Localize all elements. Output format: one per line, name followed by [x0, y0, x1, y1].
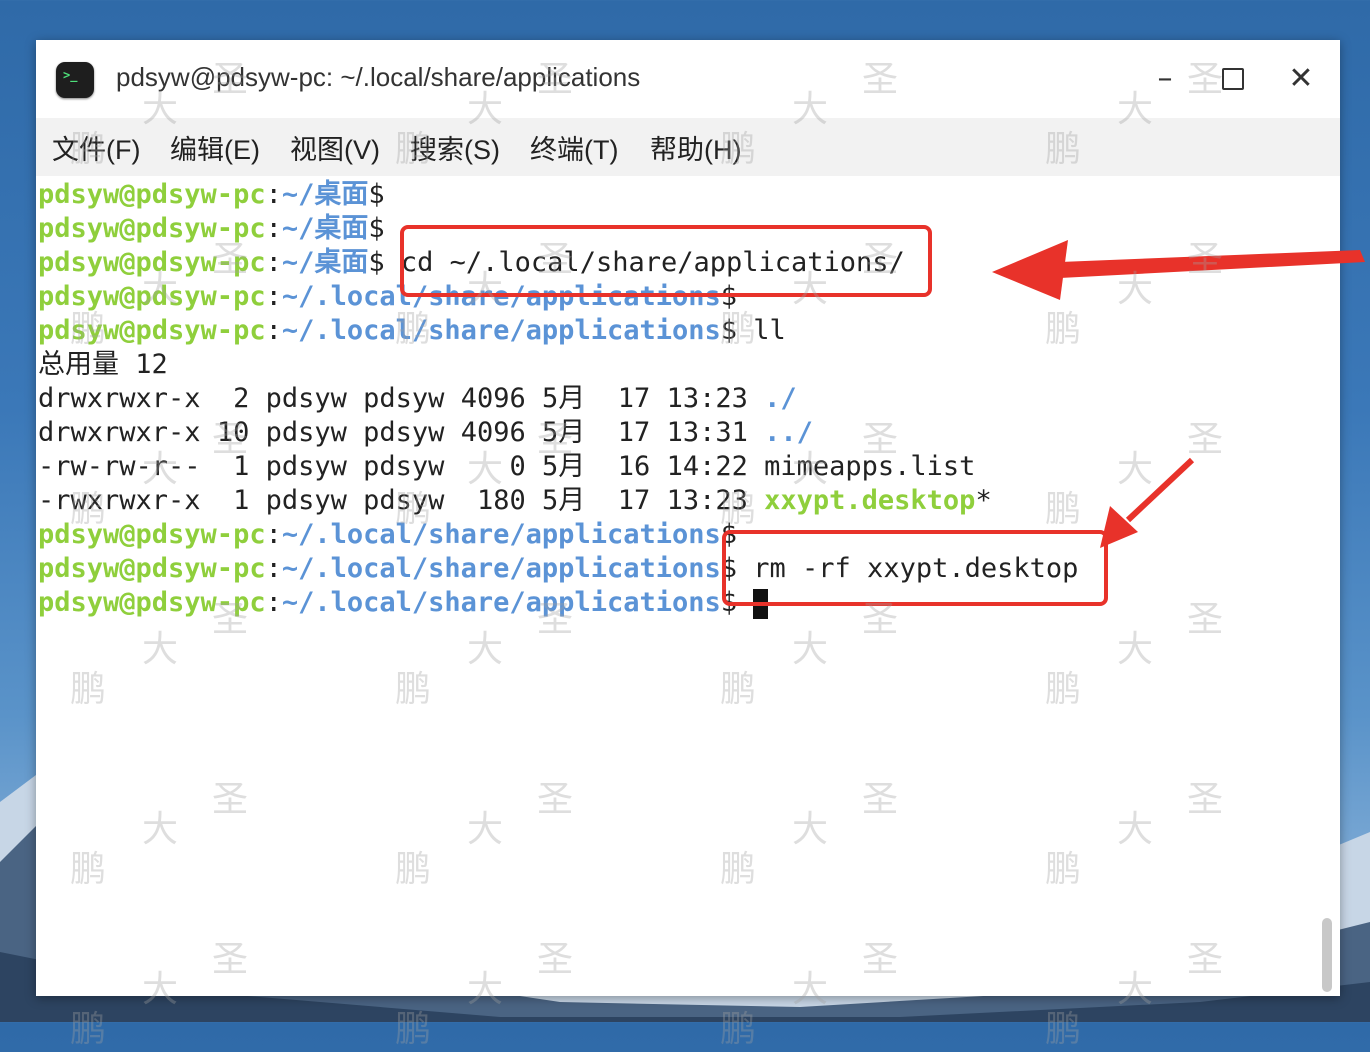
annotation-arrows [992, 240, 1365, 548]
arrow-to-cd-command [992, 240, 1365, 300]
arrow-to-rm-command [1100, 457, 1195, 548]
